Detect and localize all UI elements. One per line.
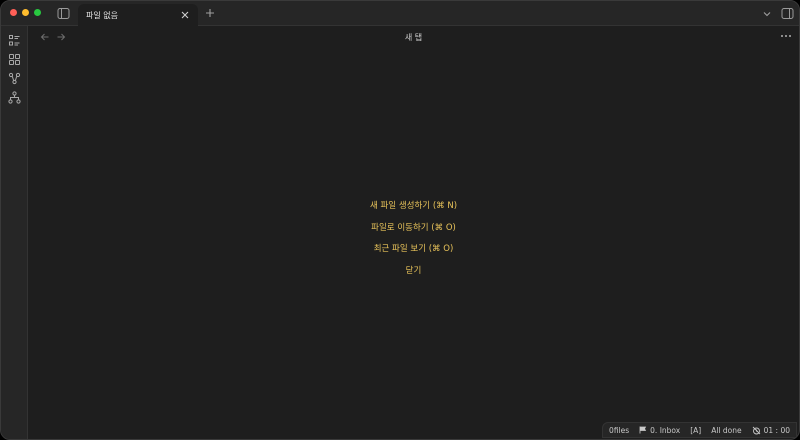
- create-new-file-link[interactable]: 새 파일 생성하기 (⌘ N): [370, 199, 457, 221]
- close-icon[interactable]: [180, 10, 190, 20]
- left-ribbon: [1, 26, 28, 439]
- mode-indicator[interactable]: [A]: [690, 426, 701, 435]
- inbox-status[interactable]: 0. Inbox: [639, 426, 680, 435]
- new-tab-icon[interactable]: [204, 7, 216, 19]
- close-window-button[interactable]: [10, 9, 17, 16]
- recent-files-link[interactable]: 최근 파일 보기 (⌘ O): [374, 242, 454, 264]
- timer-status[interactable]: 01 : 00: [752, 426, 790, 435]
- alarm-off-icon: [752, 426, 760, 434]
- empty-state: 새 파일 생성하기 (⌘ N) 파일로 이동하기 (⌘ O) 최근 파일 보기 …: [28, 199, 799, 285]
- more-options-icon[interactable]: [779, 30, 793, 42]
- tab-title: 파일 없음: [86, 10, 118, 20]
- minimize-window-button[interactable]: [22, 9, 29, 16]
- window-controls: [10, 9, 41, 16]
- status-bar: 0files 0. Inbox [A] All done 01 : 00: [602, 422, 797, 438]
- hierarchy-icon[interactable]: [8, 89, 21, 104]
- view-title: 새 탭: [404, 33, 423, 42]
- app-window: 파일 없음 새 탭 새 파일 생성하기 (⌘ N) 파일로 이동하기 (⌘ O)…: [0, 0, 800, 440]
- timer-label: 01 : 00: [763, 425, 790, 435]
- inbox-label: 0. Inbox: [650, 425, 681, 435]
- close-link[interactable]: 닫기: [406, 264, 422, 286]
- tab-active[interactable]: 파일 없음: [78, 4, 198, 26]
- title-bar: 파일 없음: [1, 1, 799, 26]
- sidebar-toggle-icon[interactable]: [57, 7, 70, 20]
- list-icon[interactable]: [8, 32, 21, 46]
- chevron-down-icon[interactable]: [761, 8, 773, 20]
- flag-icon: [639, 426, 647, 434]
- tasks-status[interactable]: All done: [711, 426, 741, 435]
- right-sidebar-toggle-icon[interactable]: [781, 7, 794, 20]
- files-count[interactable]: 0files: [609, 426, 629, 435]
- grid-icon[interactable]: [8, 51, 21, 65]
- view-header: 새 탭: [28, 26, 799, 48]
- graph-icon[interactable]: [8, 70, 21, 85]
- zoom-window-button[interactable]: [34, 9, 41, 16]
- go-to-file-link[interactable]: 파일로 이동하기 (⌘ O): [371, 221, 456, 243]
